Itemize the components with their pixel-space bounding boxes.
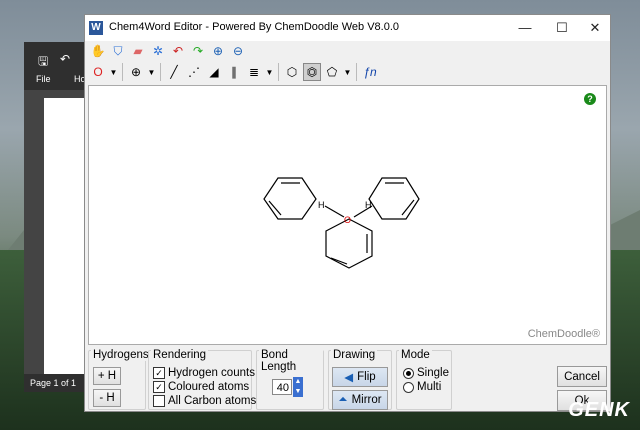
radio-label: Single — [417, 367, 449, 379]
toolbar-row-2: O ▼ ⊕ ▼ ╱ ⋰ ◢ ∥ ≣ ▼ ⬡ ⏣ ⬠ ▼ ƒn — [89, 63, 379, 83]
save-icon[interactable]: 🖫 — [38, 52, 48, 73]
lasso-select-icon[interactable]: ⛉ — [109, 42, 127, 60]
hydrogen-counts-checkbox[interactable]: ✓ Hydrogen counts — [153, 367, 255, 379]
toolbar-separator — [160, 63, 161, 81]
checkbox-checked[interactable]: ✓ — [153, 381, 165, 393]
double-bond-icon[interactable]: ∥ — [225, 63, 243, 81]
checkbox-label: Hydrogen counts — [168, 367, 255, 379]
radio-unselected[interactable] — [403, 381, 414, 393]
cancel-button[interactable]: Cancel — [557, 366, 607, 387]
group-title: Drawing — [331, 349, 378, 361]
redo-arrow-icon[interactable]: ↷ — [189, 42, 207, 60]
group-title: Hydrogens — [91, 349, 151, 361]
undo-arrow-icon[interactable]: ↶ — [169, 42, 187, 60]
word-menu-file[interactable]: File — [36, 74, 51, 84]
zoom-in-icon[interactable]: ⊕ — [209, 42, 227, 60]
eraser-icon[interactable]: ▰ — [129, 42, 147, 60]
clear-icon[interactable]: ✲ — [149, 42, 167, 60]
toolbar-separator — [122, 63, 123, 81]
remove-hydrogen-button[interactable]: - H — [93, 389, 121, 407]
toolbar-separator — [278, 63, 279, 81]
close-button[interactable]: ✕ — [580, 17, 610, 39]
single-mode-radio[interactable]: Single — [403, 367, 449, 379]
molecule-drawing: H H O — [263, 177, 420, 269]
chem4word-editor-dialog: W Chem4Word Editor - Powered By ChemDood… — [84, 14, 611, 412]
atom-h-right: H — [365, 200, 372, 210]
mode-group: Mode Single Multi — [396, 349, 452, 410]
checkbox-label: Coloured atoms — [168, 381, 250, 393]
wedge-bond-icon[interactable]: ◢ — [205, 63, 223, 81]
pentagon-ring-icon[interactable]: ⬠ — [323, 63, 341, 81]
flip-button[interactable]: ◀ Flip — [332, 367, 388, 387]
mirror-icon: ⏶ — [338, 393, 348, 406]
right-ring-double-bond — [401, 199, 415, 216]
maximize-button[interactable]: ☐ — [547, 17, 577, 39]
bottom-ring — [325, 218, 373, 269]
all-carbon-checkbox[interactable]: All Carbon atoms — [153, 395, 256, 407]
recessed-bond-icon[interactable]: ⋰ — [185, 63, 203, 81]
zoom-out-icon[interactable]: ⊖ — [229, 42, 247, 60]
atom-h-left: H — [318, 200, 325, 210]
chevron-down-icon[interactable]: ▼ — [147, 63, 156, 81]
multi-mode-radio[interactable]: Multi — [403, 381, 441, 393]
flip-label: Flip — [357, 371, 376, 383]
bond-to-oxygen — [324, 205, 345, 218]
single-bond-icon[interactable]: ╱ — [165, 63, 183, 81]
drawing-canvas[interactable]: ? H H O ChemDoodle® — [88, 85, 607, 345]
title-bar: W Chem4Word Editor - Powered By ChemDood… — [85, 15, 610, 41]
charge-plus-icon[interactable]: ⊕ — [127, 63, 145, 81]
bond-length-input[interactable]: 40 — [272, 379, 292, 395]
pan-hand-icon[interactable]: ✋ — [89, 42, 107, 60]
genk-watermark-logo: GENK — [568, 399, 630, 421]
drawing-group: Drawing ◀ Flip ⏶ Mirror — [328, 349, 392, 410]
coloured-atoms-checkbox[interactable]: ✓ Coloured atoms — [153, 381, 249, 393]
atom-oxygen: O — [344, 215, 351, 225]
mirror-label: Mirror — [351, 394, 382, 406]
checkbox-checked[interactable]: ✓ — [153, 367, 165, 379]
toolbar-row-1: ✋ ⛉ ▰ ✲ ↶ ↷ ⊕ ⊖ — [89, 42, 247, 62]
checkbox-unchecked[interactable] — [153, 395, 165, 407]
chevron-down-icon[interactable]: ▼ — [343, 63, 352, 81]
chemdoodle-brand: ChemDoodle® — [527, 328, 600, 340]
benzene-ring-icon[interactable]: ⏣ — [303, 63, 321, 81]
undo-icon[interactable]: ↶ — [60, 52, 70, 66]
checkbox-label: All Carbon atoms — [168, 395, 257, 407]
radio-label: Multi — [417, 381, 442, 393]
word-app-icon: W — [89, 21, 103, 35]
group-title: Bond Length — [259, 349, 323, 373]
flip-icon: ◀ — [344, 372, 354, 384]
left-ring — [263, 177, 317, 220]
add-hydrogen-button[interactable]: + H — [93, 367, 121, 385]
right-ring — [368, 177, 420, 220]
bond-length-stepper[interactable]: ▲ ▼ — [293, 377, 303, 397]
toolbar-separator — [356, 63, 357, 81]
hydrogens-group: Hydrogens + H - H — [88, 349, 151, 410]
rendering-group: Rendering ✓ Hydrogen counts ✓ Coloured ato… — [148, 349, 256, 410]
chevron-down-icon[interactable]: ▼ — [265, 63, 274, 81]
cyclohexane-ring-icon[interactable]: ⬡ — [283, 63, 301, 81]
chain-tool-icon[interactable]: ƒn — [361, 63, 379, 81]
chevron-down-icon[interactable]: ▼ — [109, 63, 118, 81]
group-title: Rendering — [151, 349, 209, 361]
atom-oxygen-tool[interactable]: O — [89, 63, 107, 81]
minimize-button[interactable]: — — [510, 17, 540, 39]
bond-length-group: Bond Length 40 ▲ ▼ — [256, 349, 324, 410]
mirror-button[interactable]: ⏶ Mirror — [332, 390, 388, 410]
radio-selected[interactable] — [403, 367, 414, 379]
triple-bond-icon[interactable]: ≣ — [245, 63, 263, 81]
group-title: Mode — [399, 349, 432, 361]
window-title: Chem4Word Editor - Powered By ChemDoodle… — [109, 21, 400, 33]
